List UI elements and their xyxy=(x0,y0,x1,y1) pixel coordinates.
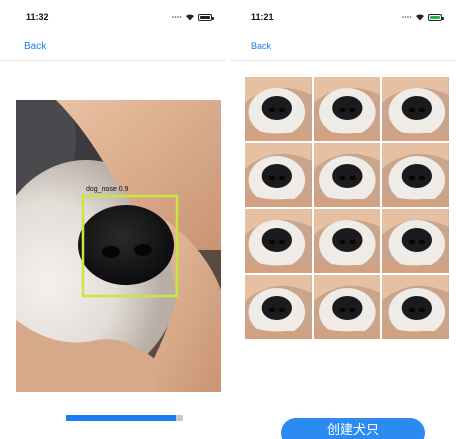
status-bar: 11:32 xyxy=(0,0,226,36)
status-icons xyxy=(172,13,214,21)
status-icons xyxy=(402,13,444,21)
nose-crop-thumbnail xyxy=(313,209,381,273)
nose-crop-thumbnail xyxy=(245,143,312,207)
nose-crop-grid xyxy=(245,77,449,339)
capture-screen: 11:32 Back dog_nose 0.9 xyxy=(0,0,226,439)
detection-label: dog_nose 0.9 xyxy=(86,186,129,193)
nose-crop-thumbnail xyxy=(313,143,381,207)
crops-screen: 11:21 Back 创建犬只 xyxy=(231,0,456,439)
status-time: 11:32 xyxy=(26,12,49,22)
upload-progress-fill xyxy=(66,415,176,421)
nose-crop-thumbnail xyxy=(382,275,449,339)
back-button[interactable]: Back xyxy=(24,41,46,52)
nose-crop-thumbnail xyxy=(245,77,312,141)
battery-charging-icon xyxy=(428,13,444,21)
nose-crop-thumbnail xyxy=(313,77,381,141)
status-bar: 11:21 xyxy=(231,0,456,36)
nav-bar: Back xyxy=(231,36,456,61)
signal-dots-icon xyxy=(402,16,412,18)
wifi-icon xyxy=(186,14,194,21)
wifi-icon xyxy=(416,14,424,21)
nav-bar: Back xyxy=(0,36,226,61)
nose-crop-thumbnail xyxy=(245,275,312,339)
nose-crop-thumbnail xyxy=(382,143,449,207)
upload-progress-bar xyxy=(66,415,183,421)
status-time: 11:21 xyxy=(251,12,274,22)
signal-dots-icon xyxy=(172,16,182,18)
dog-nose-photo: dog_nose 0.9 xyxy=(16,100,221,392)
create-dog-button[interactable]: 创建犬只 xyxy=(281,418,425,439)
battery-icon xyxy=(198,13,214,21)
nose-crop-thumbnail xyxy=(313,275,381,339)
nose-crop-thumbnail xyxy=(382,77,449,141)
nose-crop-thumbnail xyxy=(382,209,449,273)
back-button[interactable]: Back xyxy=(251,41,271,51)
nose-crop-thumbnail xyxy=(245,209,312,273)
